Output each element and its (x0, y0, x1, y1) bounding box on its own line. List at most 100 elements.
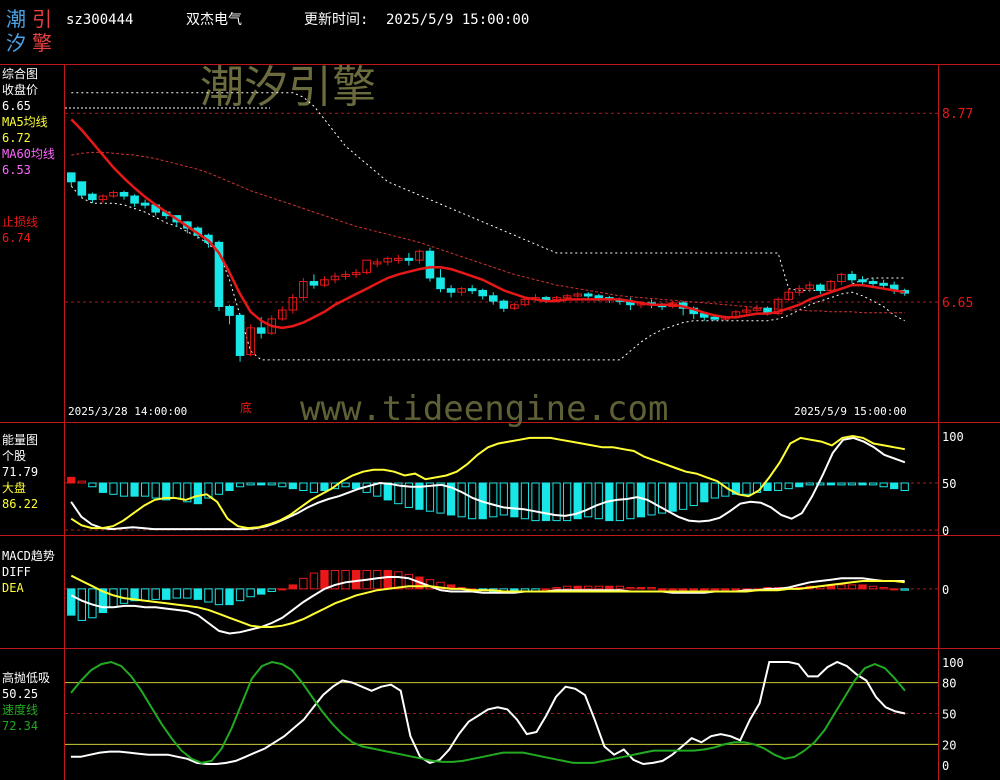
bar (520, 482, 530, 520)
series-line (70, 660, 906, 764)
bar (900, 482, 909, 492)
bar (341, 569, 350, 590)
bar (868, 585, 878, 590)
logo-char-3: 汐 (6, 31, 26, 55)
stock-name: 双杰电气 (186, 12, 242, 28)
y-tick-label: 6.65 (942, 296, 973, 311)
bar (225, 588, 234, 606)
bar (774, 482, 783, 492)
candle (77, 181, 87, 196)
bar (88, 482, 97, 488)
bar (288, 584, 298, 590)
bar (309, 572, 319, 590)
bar (584, 585, 593, 590)
bar (826, 482, 835, 486)
bar (731, 588, 741, 591)
bar (436, 482, 445, 514)
bar (552, 587, 561, 590)
legend-label: 个股 (2, 449, 26, 463)
y-tick-label: 50 (942, 708, 956, 722)
bar (742, 482, 751, 495)
y-tick-label: 100 (942, 430, 964, 444)
bar (562, 585, 572, 590)
legend-label: 止损线 (2, 215, 38, 229)
header: 潮 引 汐 擎 sz300444 双杰电气 更新时间: 2025/5/9 15:… (6, 7, 529, 55)
legend-value: 86.22 (2, 497, 38, 511)
candle (847, 273, 857, 281)
candle (868, 281, 878, 285)
legend-value: 6.53 (2, 163, 31, 177)
bar (278, 588, 287, 591)
bar (615, 482, 624, 522)
x-end-label: 2025/5/9 15:00:00 (794, 405, 907, 418)
series-line (70, 576, 905, 635)
bar (489, 482, 498, 518)
candle (583, 293, 593, 297)
bar (214, 482, 224, 495)
legend-label: MACD趋势 (2, 549, 55, 563)
bar (383, 569, 392, 590)
bar (193, 588, 203, 600)
bar (784, 482, 793, 490)
bar (468, 482, 477, 520)
bar (278, 482, 287, 488)
legend-value: 6.74 (2, 231, 31, 245)
series-line (70, 574, 905, 628)
bar (710, 482, 719, 499)
legend-label: DEA (2, 581, 24, 595)
bar (246, 482, 255, 486)
bar (309, 482, 319, 493)
bar (594, 585, 603, 590)
candle (879, 282, 888, 286)
bar (351, 569, 361, 590)
legend-value: 50.25 (2, 687, 38, 701)
bar (668, 588, 677, 591)
bar (183, 588, 192, 599)
bar (573, 585, 582, 590)
bar (457, 482, 466, 518)
legend-label: MA60均线 (2, 147, 55, 161)
bar (341, 482, 350, 488)
bar (151, 588, 160, 600)
bar (847, 584, 857, 590)
bar (837, 584, 846, 590)
legends: 综合图收盘价 6.65 MA5均线 6.72 MA60均线 6.53 止损线 6.74 能量图个… (2, 66, 55, 733)
legend-label: MA5均线 (2, 115, 48, 129)
bar (235, 482, 245, 488)
y-tick-label: 0 (942, 759, 949, 773)
bar (257, 482, 266, 486)
bar (647, 587, 656, 590)
x-start-label: 2025/3/28 14:00:00 (68, 405, 187, 418)
bar (541, 588, 551, 591)
legend-label: 综合图 (2, 66, 38, 81)
logo-char-1: 潮 (6, 7, 26, 31)
bar (162, 588, 171, 600)
bar (119, 482, 129, 497)
candle (256, 327, 266, 334)
bar (130, 482, 139, 497)
bar (320, 482, 329, 492)
bar (151, 482, 160, 499)
bar (584, 482, 593, 518)
candle (499, 300, 509, 309)
bottom-annotation: 底 (240, 400, 252, 415)
bar (531, 482, 540, 522)
chart-marks: 8.77 6.65 2025/3/28 14:00:00 2025/5/9 15:00… (65, 92, 973, 773)
y-tick-label: 0 (942, 583, 949, 597)
bar (383, 482, 392, 501)
bar (721, 588, 730, 591)
logo-char-2: 引 (32, 7, 52, 31)
bar (795, 482, 804, 488)
bar (77, 588, 87, 621)
update-time: 2025/5/9 15:00:00 (386, 12, 529, 28)
bar (425, 482, 435, 512)
legend-value: 6.65 (2, 99, 31, 113)
candle (404, 257, 414, 261)
y-tick-label: 50 (942, 477, 956, 491)
bar (710, 588, 720, 591)
bar (267, 482, 276, 486)
bar (900, 588, 909, 591)
bar (373, 569, 382, 590)
bar (679, 482, 688, 510)
bar (636, 587, 646, 590)
